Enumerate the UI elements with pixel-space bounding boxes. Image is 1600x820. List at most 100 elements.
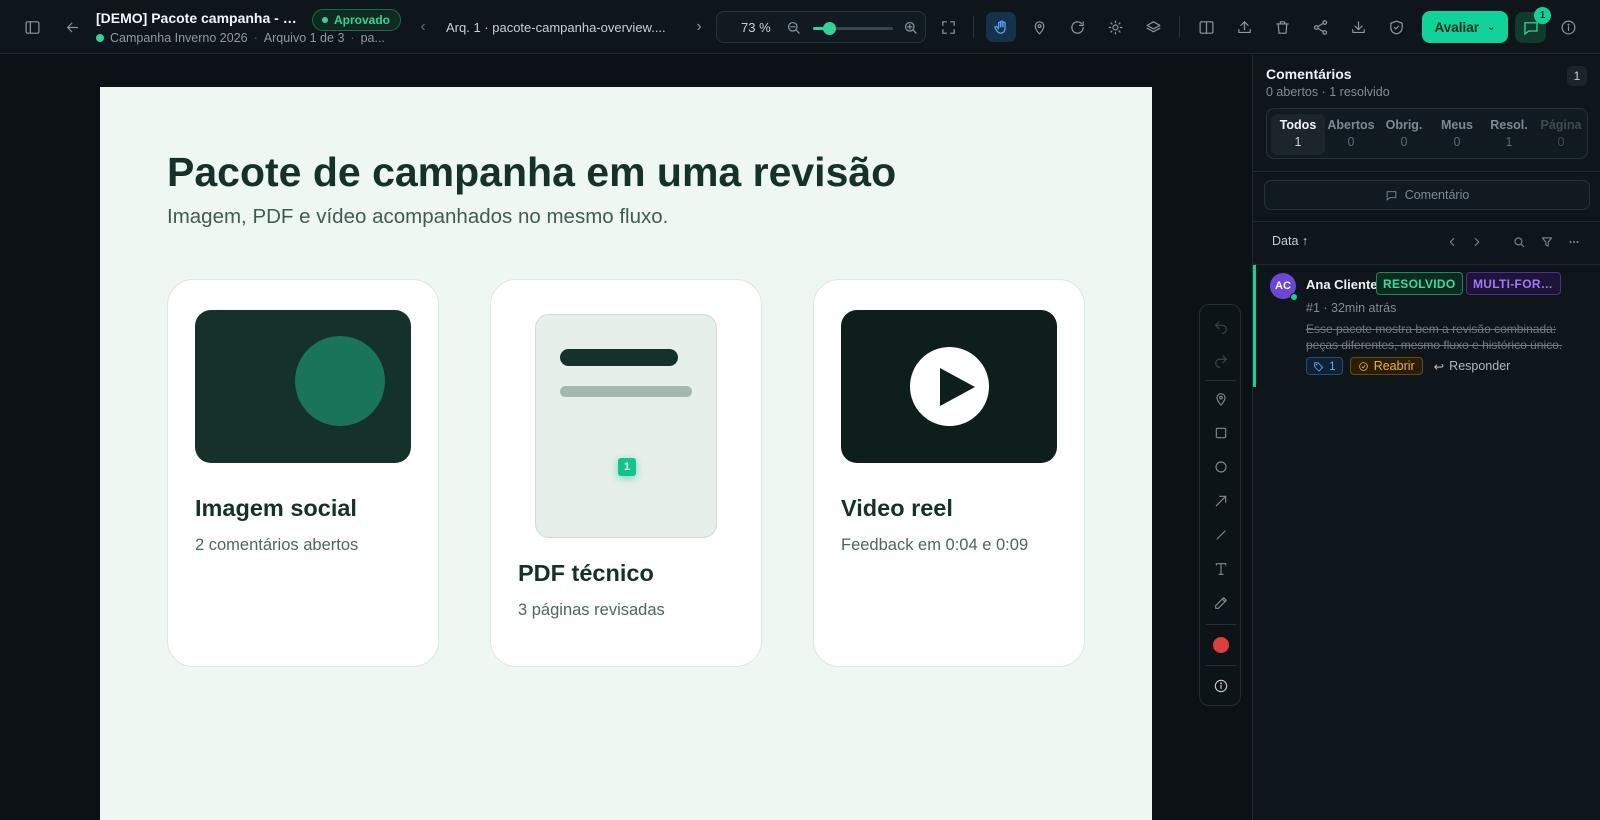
comment-meta: #1 · 32min atrás <box>1306 301 1397 315</box>
reply-arrow-icon: ↩ <box>1433 359 1445 374</box>
comment-actions: 1 Reabrir ↩ Responder <box>1306 356 1510 376</box>
online-status-dot <box>1290 293 1298 301</box>
color-picker-button[interactable] <box>1206 630 1236 660</box>
shield-check-icon[interactable] <box>1381 12 1411 42</box>
comment-filter-tabs: Todos 1 Abertos 0 Obrig. 0 Meus 0 Resol.… <box>1266 108 1588 159</box>
review-button[interactable]: Avaliar ⌄ <box>1422 11 1508 43</box>
card-title: PDF técnico <box>518 560 654 586</box>
panel-title: Comentários <box>1266 66 1352 82</box>
current-file-name[interactable]: Arq. 1 · pacote-campanha-overview.... <box>446 20 678 35</box>
undo-icon[interactable] <box>1206 311 1236 341</box>
pencil-tool-icon[interactable] <box>1206 588 1236 618</box>
fullscreen-icon[interactable] <box>933 12 963 42</box>
upload-icon[interactable] <box>1229 12 1259 42</box>
prev-comment-chevron-icon[interactable] <box>1440 230 1464 254</box>
document-page[interactable]: Pacote de campanha em uma revisão Imagem… <box>100 87 1152 820</box>
zoom-value[interactable]: 73 % <box>741 20 771 35</box>
status-label: Aprovado <box>334 13 391 27</box>
card-description: 3 páginas revisadas <box>518 601 665 619</box>
sort-by-date[interactable]: Data ↑ <box>1272 234 1308 248</box>
download-icon[interactable] <box>1343 12 1373 42</box>
zoom-out-icon[interactable] <box>779 13 807 41</box>
next-comment-chevron-icon[interactable] <box>1465 230 1489 254</box>
file-position: Arquivo 1 de 3 <box>263 31 345 45</box>
panel-count-badge: 1 <box>1567 66 1587 86</box>
search-icon[interactable] <box>1507 230 1531 254</box>
online-dot <box>96 34 104 42</box>
redo-icon[interactable] <box>1206 345 1236 375</box>
card-video-reel: Video reel Feedback em 0:04 e 0:09 <box>813 279 1085 667</box>
refresh-icon[interactable] <box>1062 12 1092 42</box>
layers-icon[interactable] <box>1138 12 1168 42</box>
zoom-slider[interactable] <box>813 22 893 35</box>
prev-file-chevron-icon[interactable]: ‹ <box>416 18 430 36</box>
reply-button[interactable]: ↩ Responder <box>1434 359 1511 374</box>
comment-author: Ana Cliente <box>1306 277 1378 292</box>
zoom-control: 73 % <box>716 11 926 43</box>
card-image-social: Imagem social 2 comentários abertos <box>167 279 439 667</box>
page-heading: Pacote de campanha em uma revisão <box>167 149 897 195</box>
review-canvas[interactable]: Pacote de campanha em uma revisão Imagem… <box>0 55 1252 820</box>
sort-toolbar: Data ↑ <box>1253 222 1600 262</box>
filter-tab-abertos[interactable]: Abertos 0 <box>1324 114 1378 155</box>
circle-tool-icon[interactable] <box>1206 452 1236 482</box>
filter-tab-meus[interactable]: Meus 0 <box>1430 114 1484 155</box>
card-title: Video reel <box>841 495 953 521</box>
file-navigator: ‹ Arq. 1 · pacote-campanha-overview.... … <box>416 12 706 42</box>
document-title[interactable]: [DEMO] Pacote campanha - m... <box>96 10 300 26</box>
back-arrow-icon[interactable] <box>57 12 87 42</box>
brightness-icon[interactable] <box>1100 12 1130 42</box>
check-circle-icon <box>1358 361 1368 371</box>
play-icon <box>910 347 989 426</box>
info-icon[interactable] <box>1553 12 1583 42</box>
filter-tab-todos[interactable]: Todos 1 <box>1271 114 1325 155</box>
filter-tab-obrigatorios[interactable]: Obrig. 0 <box>1377 114 1431 155</box>
tag-count-pill[interactable]: 1 <box>1306 357 1343 375</box>
red-color-swatch <box>1213 637 1229 653</box>
filter-tab-pagina[interactable]: Página 0 <box>1534 114 1588 155</box>
rectangle-tool-icon[interactable] <box>1206 418 1236 448</box>
card-description: Feedback em 0:04 e 0:09 <box>841 536 1029 554</box>
scope-tag: MULTI-FORMATO <box>1466 272 1561 295</box>
filter-tab-resolvidos[interactable]: Resol. 1 <box>1482 114 1536 155</box>
info-circle-icon[interactable] <box>1206 671 1236 701</box>
more-options-icon[interactable] <box>1562 230 1586 254</box>
zoom-in-icon[interactable] <box>896 13 924 41</box>
resolved-tag: RESOLVIDO <box>1376 272 1463 295</box>
comment-body: Esse pacote mostra bem a revisão combina… <box>1306 322 1563 352</box>
trash-icon[interactable] <box>1267 12 1297 42</box>
status-badge: Aprovado <box>312 9 402 31</box>
card-title: Imagem social <box>195 495 357 521</box>
sidebar-toggle-icon[interactable] <box>17 12 47 42</box>
top-toolbar: [DEMO] Pacote campanha - m... Aprovado C… <box>0 0 1600 54</box>
compare-panel-icon[interactable] <box>1191 12 1221 42</box>
next-file-chevron-icon[interactable]: › <box>692 18 706 36</box>
filter-icon[interactable] <box>1535 230 1559 254</box>
reopen-button[interactable]: Reabrir <box>1349 357 1423 375</box>
pdf-heading-bar <box>560 349 678 366</box>
tag-icon <box>1313 361 1324 372</box>
image-circle-shape <box>295 336 385 426</box>
map-pin-icon[interactable] <box>1024 12 1054 42</box>
add-comment-label: Comentário <box>1404 188 1470 202</box>
annotation-toolbar <box>1199 304 1241 706</box>
hand-pan-icon[interactable] <box>986 12 1016 42</box>
status-dot <box>322 17 328 23</box>
share-icon[interactable] <box>1305 12 1335 42</box>
pin-tool-icon[interactable] <box>1206 384 1236 414</box>
comment-item[interactable]: AC Ana Cliente RESOLVIDO MULTI-FORMATO #… <box>1253 265 1600 387</box>
comment-icon <box>1386 190 1396 201</box>
line-tool-icon[interactable] <box>1206 520 1236 550</box>
pdf-thumbnail: 1 <box>535 314 717 538</box>
document-header: [DEMO] Pacote campanha - m... Aprovado C… <box>96 9 402 45</box>
add-comment-button[interactable]: Comentário <box>1264 180 1590 210</box>
pdf-text-bar <box>560 386 692 397</box>
campaign-name[interactable]: Campanha Inverno 2026 <box>110 31 248 45</box>
zoom-slider-thumb[interactable] <box>823 22 836 35</box>
comment-pin-marker[interactable]: 1 <box>618 458 636 476</box>
text-tool-icon[interactable] <box>1206 554 1236 584</box>
panel-summary: 0 abertos · 1 resolvido <box>1266 85 1390 99</box>
arrow-tool-icon[interactable] <box>1206 486 1236 516</box>
page-subheading: Imagem, PDF e vídeo acompanhados no mesm… <box>167 205 669 228</box>
card-pdf-tecnico: 1 PDF técnico 3 páginas revisadas <box>490 279 762 667</box>
